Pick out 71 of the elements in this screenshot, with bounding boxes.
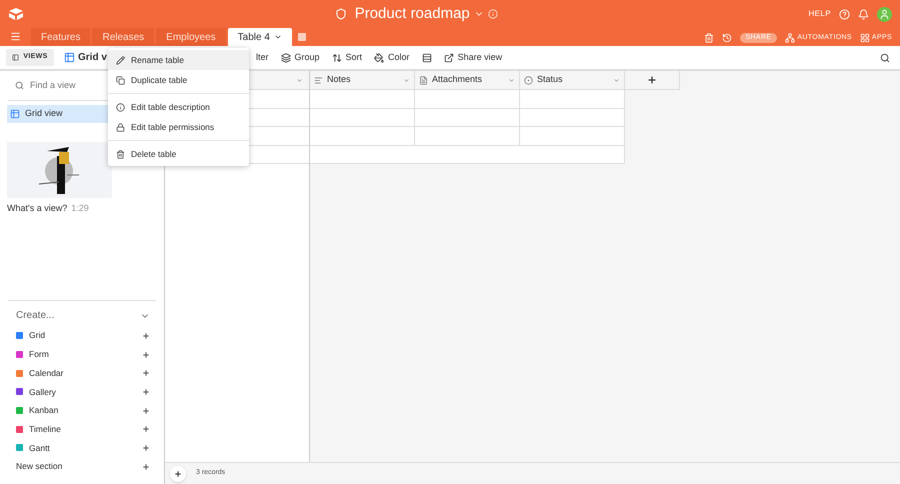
layers-icon: [280, 52, 291, 62]
table-cell[interactable]: [415, 90, 520, 108]
toolbar-button[interactable]: Color: [374, 50, 410, 64]
toolbar-button[interactable]: Sort: [332, 50, 362, 64]
table-cell[interactable]: [310, 108, 415, 127]
add-table-icon[interactable]: [298, 33, 306, 41]
plus-icon[interactable]: [142, 406, 150, 415]
menu-item[interactable]: Delete table: [108, 144, 249, 164]
sort-icon: [332, 52, 342, 62]
caret-icon[interactable]: [274, 33, 282, 41]
shield-icon: [334, 8, 347, 20]
lock-icon: [116, 122, 125, 132]
plus-icon[interactable]: [142, 425, 150, 434]
video-duration: 1:29: [71, 202, 89, 215]
table-cell[interactable]: [520, 127, 625, 146]
plus-icon[interactable]: [142, 444, 150, 452]
search-icon: [15, 81, 24, 90]
create-item[interactable]: Grid: [29, 329, 46, 342]
create-heading[interactable]: Create...: [16, 308, 54, 323]
grid-icon: [64, 52, 75, 63]
table-tab[interactable]: Table 4: [228, 28, 292, 46]
plus-icon[interactable]: [142, 350, 150, 359]
avatar[interactable]: [877, 6, 892, 22]
text-lines-icon: [314, 76, 323, 84]
logo-icon[interactable]: [8, 7, 24, 21]
create-item[interactable]: Timeline: [29, 422, 61, 436]
plus-icon[interactable]: [142, 388, 150, 396]
table-cell[interactable]: [310, 127, 415, 146]
trash-icon: [116, 150, 125, 158]
row-height-icon[interactable]: [422, 52, 432, 62]
table-cell[interactable]: [310, 90, 415, 108]
create-item[interactable]: Gallery: [29, 386, 56, 398]
automations-icon: [785, 32, 796, 43]
trash-icon[interactable]: [704, 32, 714, 43]
plus-icon: [647, 75, 657, 85]
table-cell[interactable]: [520, 90, 625, 108]
copy-icon: [116, 76, 125, 84]
plus-icon[interactable]: [142, 462, 150, 471]
history-icon[interactable]: [722, 32, 732, 43]
video-caption: What's a view?: [7, 202, 68, 215]
apps-icon: [860, 32, 870, 43]
create-item[interactable]: Form: [29, 348, 49, 361]
add-record-button[interactable]: [170, 466, 186, 482]
menu-icon[interactable]: [10, 31, 21, 42]
view-name[interactable]: Grid v: [78, 50, 107, 65]
create-item[interactable]: New section: [16, 460, 62, 474]
toolbar-button[interactable]: Share view: [444, 50, 502, 64]
paint-bucket-icon: [374, 52, 384, 62]
grid-icon: [10, 109, 20, 119]
create-item[interactable]: Kanban: [29, 404, 58, 417]
plus-icon[interactable]: [142, 332, 150, 340]
share-icon: [444, 52, 454, 62]
info-icon[interactable]: [488, 9, 498, 19]
circle-icon: [524, 76, 533, 84]
create-item[interactable]: Calendar: [29, 366, 64, 380]
table-cell[interactable]: [415, 127, 520, 146]
toolbar-button[interactable]: lter: [256, 50, 269, 64]
info-icon: [116, 102, 125, 112]
pencil-icon: [116, 56, 125, 64]
menu-item[interactable]: Rename table: [108, 50, 249, 70]
bell-icon[interactable]: [858, 8, 869, 20]
plus-icon: [174, 470, 182, 478]
help-icon[interactable]: [839, 8, 850, 20]
table-cell[interactable]: [415, 108, 520, 127]
create-item[interactable]: Gantt: [29, 442, 50, 454]
table-cell[interactable]: [520, 108, 625, 127]
document-icon: [419, 76, 428, 84]
search-icon[interactable]: [880, 52, 890, 62]
toolbar-button[interactable]: Group: [280, 50, 320, 64]
plus-icon[interactable]: [142, 369, 150, 378]
sidebar-icon: [12, 54, 20, 61]
